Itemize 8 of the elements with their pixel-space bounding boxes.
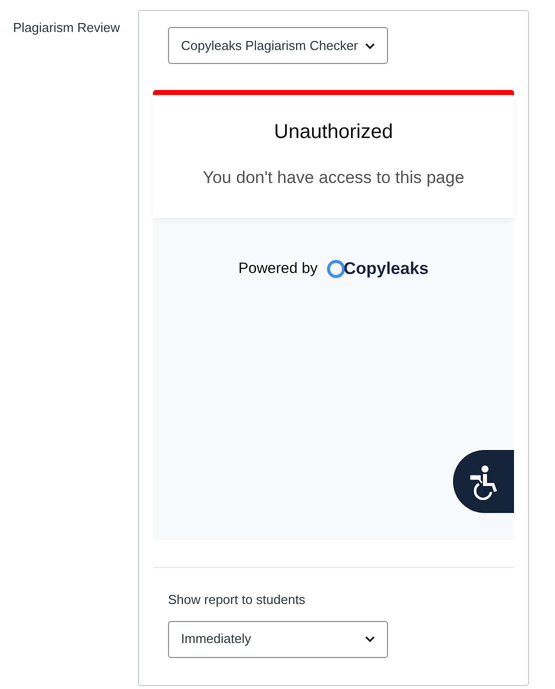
field-label: Plagiarism Review [13,20,120,35]
report-label: Show report to students [168,591,306,609]
review-select[interactable]: Copyleaks Plagiarism Checker [168,27,388,64]
brand-logo: Copyleaks [344,258,429,280]
powered-by-text: Powered by [238,258,318,278]
report-select[interactable]: Immediately [168,620,388,658]
error-message: You don't have access to this page [202,167,464,189]
error-title: Unauthorized [274,120,393,145]
